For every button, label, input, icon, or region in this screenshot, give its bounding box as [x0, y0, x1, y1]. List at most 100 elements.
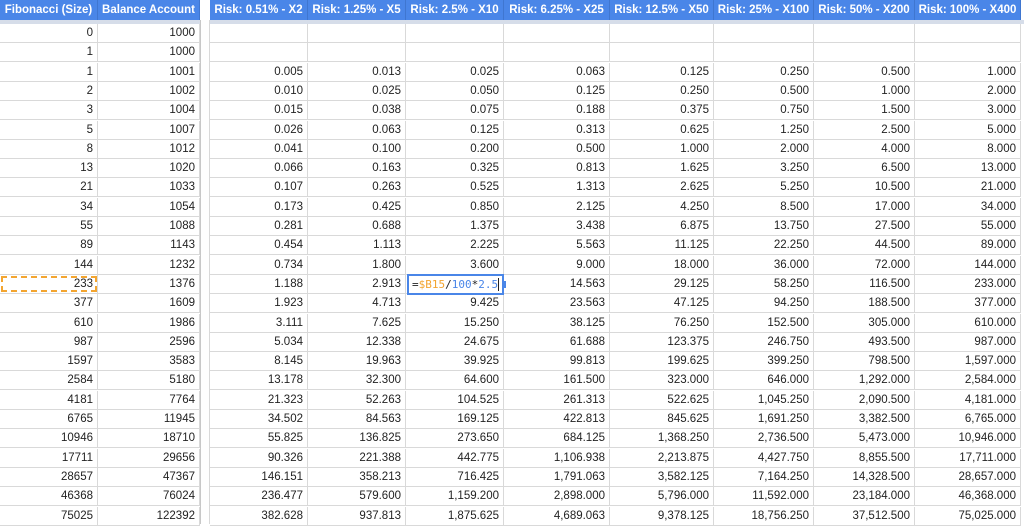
cell-risk-12-5[interactable]: 123.375 [610, 332, 714, 352]
cell-risk-25[interactable]: 11,592.000 [714, 487, 814, 507]
cell-risk-2-5[interactable]: 24.675 [406, 332, 504, 352]
frozen-column-divider[interactable] [200, 0, 210, 524]
cell-risk-12-5[interactable]: 5,796.000 [610, 487, 714, 507]
cell-balance-account[interactable]: 1609 [98, 294, 200, 314]
cell-risk-25[interactable]: 18,756.250 [714, 506, 814, 526]
cell-risk-100[interactable]: 610.000 [915, 313, 1021, 333]
cell-risk-2-5[interactable]: 104.525 [406, 390, 504, 410]
cell-risk-1-25[interactable]: 19.963 [308, 352, 406, 372]
cell-formula-editor[interactable]: =$B15/100*2.5 [407, 273, 504, 295]
cell-risk-50[interactable]: 2,090.500 [814, 390, 915, 410]
cell-risk-0-51[interactable] [210, 43, 308, 63]
cell-risk-100[interactable]: 17,711.000 [915, 448, 1021, 468]
fill-handle[interactable] [504, 280, 506, 288]
cell-risk-100[interactable]: 75,025.000 [915, 506, 1021, 526]
cell-risk-50[interactable]: 37,512.500 [814, 506, 915, 526]
cell-risk-25[interactable]: 8.500 [714, 197, 814, 217]
cell-risk-2-5[interactable]: 64.600 [406, 371, 504, 391]
cell-risk-0-51[interactable]: 382.628 [210, 506, 308, 526]
cell-risk-6-25[interactable]: 38.125 [504, 313, 610, 333]
cell-risk-100[interactable]: 377.000 [915, 294, 1021, 314]
cell-risk-12-5[interactable]: 1,368.250 [610, 429, 714, 449]
cell-risk-1-25[interactable]: 52.263 [308, 390, 406, 410]
cell-risk-100[interactable]: 987.000 [915, 332, 1021, 352]
cell-risk-12-5[interactable]: 11.125 [610, 236, 714, 256]
cell-risk-0-51[interactable]: 5.034 [210, 332, 308, 352]
cell-risk-12-5[interactable]: 76.250 [610, 313, 714, 333]
cell-fibonacci-size[interactable]: 987 [0, 332, 98, 352]
cell-risk-50[interactable]: 0.500 [814, 62, 915, 82]
cell-risk-6-25[interactable]: 0.313 [504, 120, 610, 140]
cell-risk-2-5[interactable]: 273.650 [406, 429, 504, 449]
cell-balance-account[interactable]: 122392 [98, 506, 200, 526]
cell-risk-25[interactable] [714, 43, 814, 63]
cell-risk-12-5[interactable]: 199.625 [610, 352, 714, 372]
cell-risk-0-51[interactable]: 1.923 [210, 294, 308, 314]
column-header-risk-1-25[interactable]: Risk: 1.25% - X5 [308, 0, 406, 20]
cell-risk-1-25[interactable]: 0.688 [308, 217, 406, 236]
cell-risk-25[interactable]: 22.250 [714, 236, 814, 256]
cell-risk-50[interactable]: 17.000 [814, 197, 915, 217]
cell-fibonacci-size[interactable]: 0 [0, 24, 98, 43]
cell-risk-6-25[interactable]: 4,689.063 [504, 506, 610, 526]
cell-risk-100[interactable]: 4,181.000 [915, 390, 1021, 410]
cell-risk-100[interactable]: 144.000 [915, 255, 1021, 275]
cell-balance-account[interactable]: 1004 [98, 101, 200, 121]
cell-risk-25[interactable]: 1,691.250 [714, 410, 814, 429]
cell-risk-6-25[interactable]: 0.063 [504, 62, 610, 82]
cell-balance-account[interactable]: 7764 [98, 390, 200, 410]
cell-risk-6-25[interactable]: 1,791.063 [504, 467, 610, 487]
cell-risk-100[interactable]: 6,765.000 [915, 410, 1021, 429]
cell-risk-25[interactable]: 399.250 [714, 352, 814, 372]
cell-balance-account[interactable]: 1143 [98, 236, 200, 256]
cell-risk-6-25[interactable]: 2,898.000 [504, 487, 610, 507]
cell-risk-100[interactable] [915, 24, 1021, 43]
cell-risk-50[interactable]: 8,855.500 [814, 448, 915, 468]
cell-balance-account[interactable]: 1002 [98, 81, 200, 101]
cell-risk-6-25[interactable]: 9.000 [504, 255, 610, 275]
cell-risk-1-25[interactable]: 0.063 [308, 120, 406, 140]
cell-balance-account[interactable]: 29656 [98, 448, 200, 468]
cell-risk-12-5[interactable]: 4.250 [610, 197, 714, 217]
cell-risk-25[interactable]: 152.500 [714, 313, 814, 333]
cell-risk-12-5[interactable]: 0.250 [610, 81, 714, 101]
cell-risk-0-51[interactable]: 34.502 [210, 410, 308, 429]
cell-risk-25[interactable]: 5.250 [714, 178, 814, 198]
cell-risk-2-5[interactable]: 0.025 [406, 62, 504, 82]
cell-risk-100[interactable]: 46,368.000 [915, 487, 1021, 507]
cell-risk-100[interactable]: 10,946.000 [915, 429, 1021, 449]
cell-fibonacci-size[interactable]: 21 [0, 178, 98, 198]
cell-risk-1-25[interactable]: 0.038 [308, 101, 406, 121]
cell-balance-account[interactable]: 1000 [98, 24, 200, 43]
cell-risk-1-25[interactable]: 0.013 [308, 62, 406, 82]
cell-risk-25[interactable]: 0.750 [714, 101, 814, 121]
cell-risk-0-51[interactable] [210, 24, 308, 43]
cell-risk-0-51[interactable]: 0.005 [210, 62, 308, 82]
cell-risk-0-51[interactable]: 13.178 [210, 371, 308, 391]
cell-fibonacci-size[interactable]: 46368 [0, 487, 98, 507]
column-header-risk-100[interactable]: Risk: 100% - X400 [915, 0, 1021, 20]
cell-risk-100[interactable] [915, 43, 1021, 63]
cell-risk-2-5[interactable]: 2.225 [406, 236, 504, 256]
cell-balance-account[interactable]: 1020 [98, 159, 200, 179]
cell-risk-50[interactable]: 14,328.500 [814, 467, 915, 487]
cell-risk-0-51[interactable]: 0.454 [210, 236, 308, 256]
cell-fibonacci-size[interactable]: 34 [0, 197, 98, 217]
cell-risk-2-5[interactable]: 1,875.625 [406, 506, 504, 526]
cell-balance-account[interactable]: 1000 [98, 43, 200, 63]
cell-risk-0-51[interactable]: 90.326 [210, 448, 308, 468]
cell-balance-account[interactable]: 18710 [98, 429, 200, 449]
cell-risk-100[interactable]: 1.000 [915, 62, 1021, 82]
cell-risk-12-5[interactable] [610, 43, 714, 63]
cell-risk-2-5[interactable]: 0.525 [406, 178, 504, 198]
cell-risk-2-5[interactable] [406, 24, 504, 43]
cell-balance-account[interactable]: 47367 [98, 467, 200, 487]
cell-risk-100[interactable]: 21.000 [915, 178, 1021, 198]
cell-risk-0-51[interactable]: 8.145 [210, 352, 308, 372]
column-header-risk-12-5[interactable]: Risk: 12.5% - X50 [610, 0, 714, 20]
cell-risk-25[interactable]: 1.250 [714, 120, 814, 140]
cell-risk-50[interactable]: 493.500 [814, 332, 915, 352]
cell-risk-1-25[interactable] [308, 43, 406, 63]
cell-risk-25[interactable]: 4,427.750 [714, 448, 814, 468]
cell-risk-1-25[interactable]: 579.600 [308, 487, 406, 507]
